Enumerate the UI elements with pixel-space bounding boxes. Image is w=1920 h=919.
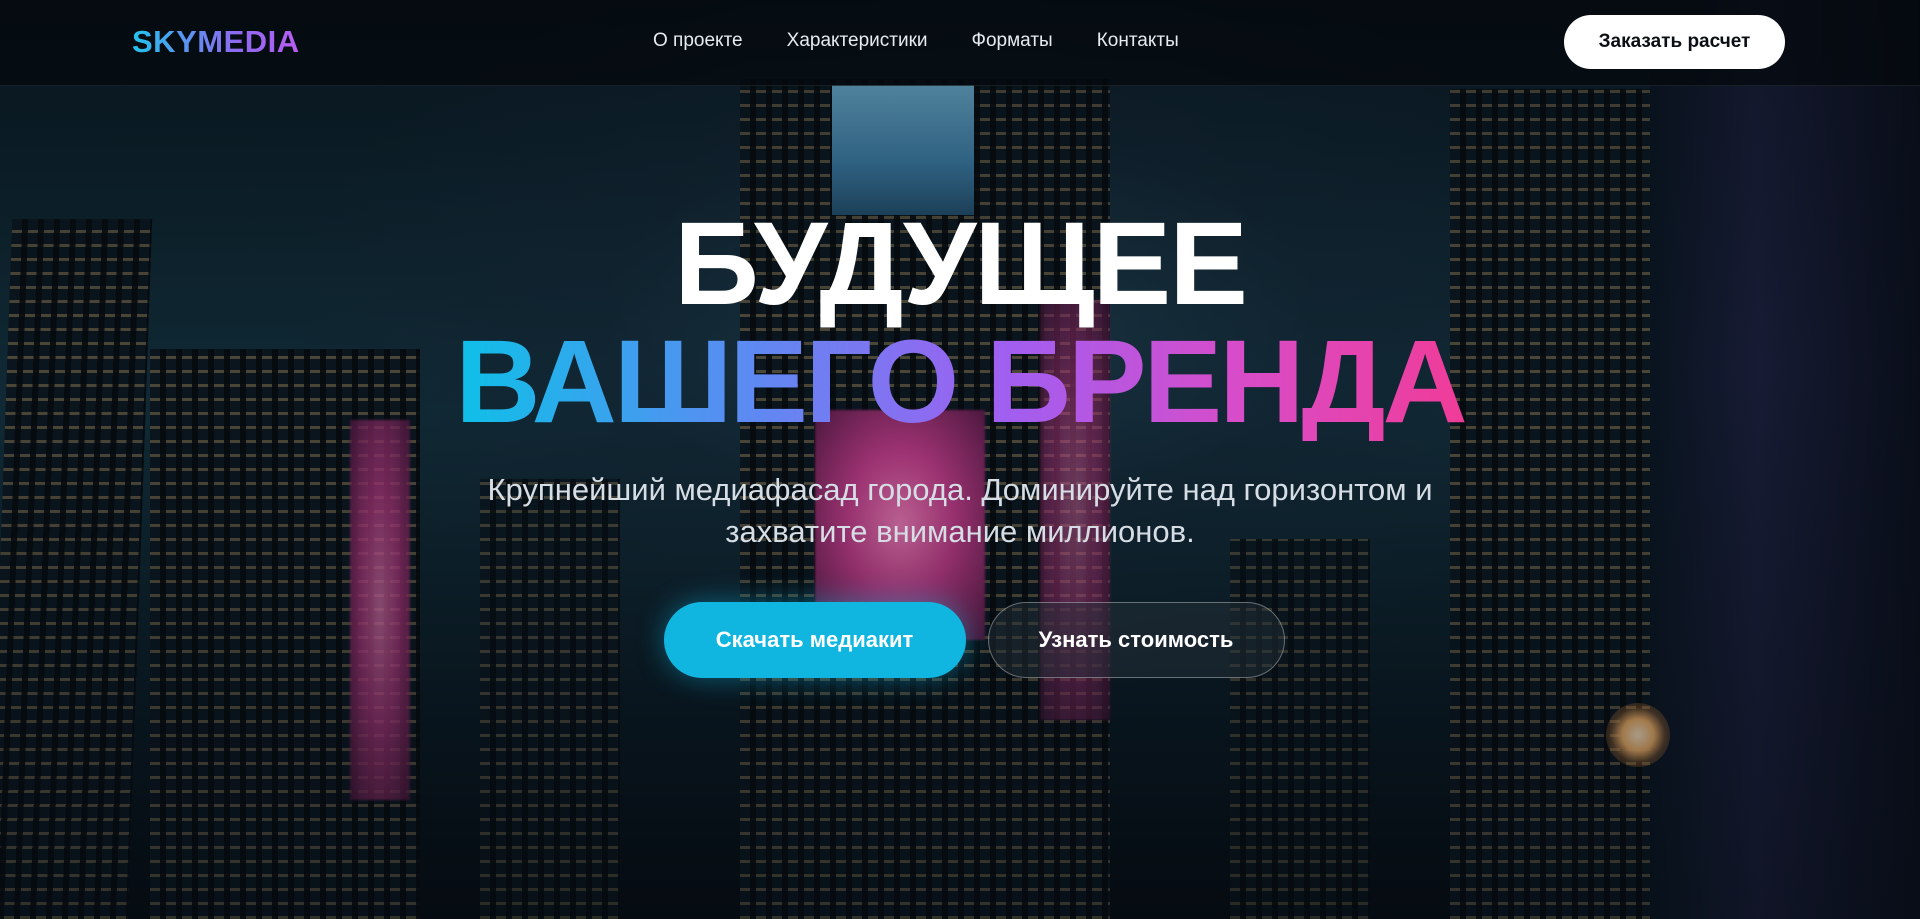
order-quote-button[interactable]: Заказать расчет: [1564, 15, 1785, 69]
landing-page: SKYMEDIA О проекте Характеристики Формат…: [0, 0, 1920, 919]
hero-section: БУДУЩЕЕ ВАШЕГО БРЕНДА Крупнейший медиафа…: [0, 205, 1920, 678]
get-price-button[interactable]: Узнать стоимость: [987, 602, 1285, 678]
nav-item-about[interactable]: О проекте: [653, 30, 743, 52]
hero-subtitle: Крупнейший медиафасад города. Доминируйт…: [487, 472, 1433, 549]
download-mediakit-button[interactable]: Скачать медиакит: [663, 602, 966, 678]
main-nav: О проекте Характеристики Форматы Контакт…: [653, 30, 1179, 52]
nav-item-specs[interactable]: Характеристики: [787, 30, 928, 52]
hero-buttons: Скачать медиакит Узнать стоимость: [0, 602, 1920, 678]
nav-item-contacts[interactable]: Контакты: [1097, 30, 1179, 52]
hero-title-line2: ВАШЕГО БРЕНДА: [455, 316, 1467, 448]
hero-title-line1: БУДУЩЕЕ: [674, 198, 1248, 330]
logo[interactable]: SKYMEDIA: [132, 24, 300, 60]
site-header: SKYMEDIA О проекте Характеристики Формат…: [0, 0, 1920, 86]
nav-item-formats[interactable]: Форматы: [972, 30, 1053, 52]
